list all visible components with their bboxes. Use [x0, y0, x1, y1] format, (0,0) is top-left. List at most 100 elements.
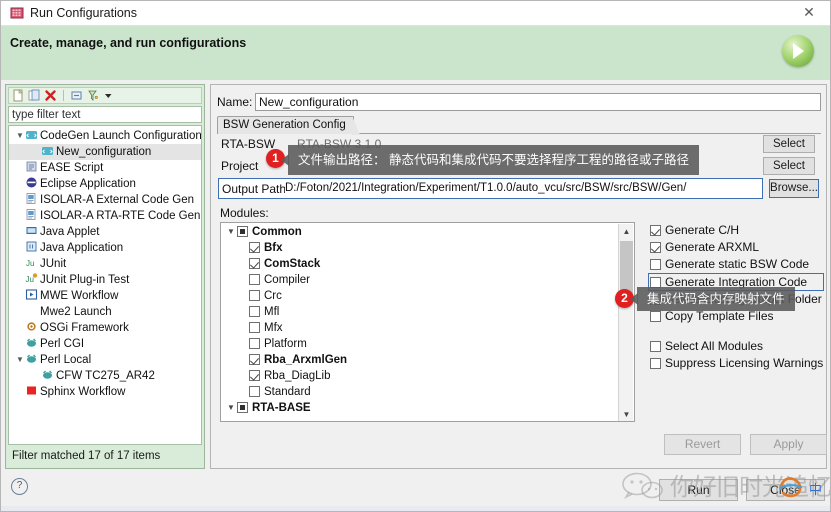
- module-row[interactable]: ComStack: [221, 256, 619, 272]
- revert-button[interactable]: Revert: [664, 434, 741, 455]
- modules-tree[interactable]: ▼ Common Bfx ComStack Compiler Crc Mfl Mfx Platf…: [220, 222, 635, 422]
- module-row[interactable]: ▼ Common: [221, 224, 619, 240]
- green-play-icon[interactable]: [782, 35, 814, 67]
- filter-input[interactable]: type filter text: [8, 106, 202, 123]
- tree-item-sphinx-workflow[interactable]: ▼ Sphinx Workflow: [9, 384, 201, 400]
- junit-plugin-icon: Ju: [25, 272, 38, 285]
- option-checkbox[interactable]: [650, 242, 661, 253]
- module-checkbox[interactable]: [249, 338, 260, 349]
- tree-item-cfw-tc275-ar42[interactable]: ▼ CFW TC275_AR42: [9, 368, 201, 384]
- browse-button[interactable]: Browse...: [769, 179, 819, 198]
- tree-item-java-applet[interactable]: ▼ Java Applet: [9, 224, 201, 240]
- tree-item-new-configuration[interactable]: ▼ New_configuration: [9, 144, 201, 160]
- tree-item-isolar-a-external-code-gen[interactable]: ▼ ISOLAR-A External Code Gen: [9, 192, 201, 208]
- configuration-editor: Name: New_configuration BSW Generation C…: [210, 84, 827, 469]
- module-label: Mfl: [264, 306, 280, 318]
- module-checkbox[interactable]: [237, 402, 248, 413]
- rta-bsw-select-button[interactable]: Select: [763, 135, 815, 153]
- module-checkbox[interactable]: [249, 274, 260, 285]
- scrollbar-thumb[interactable]: [620, 241, 633, 296]
- option-checkbox[interactable]: [650, 225, 661, 236]
- module-row[interactable]: Compiler: [221, 272, 619, 288]
- module-row[interactable]: Rba_ArxmlGen: [221, 352, 619, 368]
- module-checkbox[interactable]: [237, 226, 248, 237]
- tree-item-mwe2-launch[interactable]: ▼ Mwe2 Launch: [9, 304, 201, 320]
- isolar-icon: [25, 192, 38, 205]
- module-row[interactable]: Mfx: [221, 320, 619, 336]
- tree-item-junit-plug-in-test[interactable]: ▼Ju JUnit Plug-in Test: [9, 272, 201, 288]
- module-row[interactable]: Standard: [221, 384, 619, 400]
- module-checkbox[interactable]: [249, 370, 260, 381]
- option-row[interactable]: Generate C/H: [649, 222, 824, 239]
- annotation-tooltip-1: 文件输出路径： 静态代码和集成代码不要选择程序工程的路径或子路径: [288, 145, 699, 175]
- module-row[interactable]: ▼ RTA-BASE: [221, 400, 619, 416]
- tree-indent: ▼: [15, 288, 25, 304]
- tree-item-mwe-workflow[interactable]: ▼ MWE Workflow: [9, 288, 201, 304]
- module-checkbox[interactable]: [249, 354, 260, 365]
- module-checkbox[interactable]: [249, 290, 260, 301]
- chevron-down-icon[interactable]: ▼: [15, 352, 25, 368]
- tree-indent: ▼: [15, 384, 25, 400]
- apply-button[interactable]: Apply: [750, 434, 827, 455]
- module-checkbox[interactable]: [249, 258, 260, 269]
- run-button[interactable]: Run: [659, 479, 738, 501]
- module-checkbox[interactable]: [249, 242, 260, 253]
- module-row[interactable]: Mfl: [221, 304, 619, 320]
- sphinx-icon: [25, 384, 38, 397]
- chevron-down-icon[interactable]: ▼: [15, 128, 25, 144]
- collapse-all-icon[interactable]: [70, 89, 83, 102]
- tree-item-junit[interactable]: ▼Ju JUnit: [9, 256, 201, 272]
- tree-item-perl-local[interactable]: ▼ Perl Local: [9, 352, 201, 368]
- tree-item-codegen-launch-configuration[interactable]: ▼ CodeGen Launch Configuration: [9, 128, 201, 144]
- module-row[interactable]: Crc: [221, 288, 619, 304]
- tab-bsw-generation-config[interactable]: BSW Generation Config: [217, 116, 360, 135]
- tree-indent: ▼: [31, 144, 41, 160]
- module-row[interactable]: Platform: [221, 336, 619, 352]
- chevron-down-icon[interactable]: ▼: [225, 400, 237, 416]
- tree-item-isolar-a-rta-rte-code-gen[interactable]: ▼ ISOLAR-A RTA-RTE Code Gen: [9, 208, 201, 224]
- module-row[interactable]: Bfx: [221, 240, 619, 256]
- new-configuration-icon[interactable]: [12, 89, 25, 102]
- option-row[interactable]: Generate static BSW Code: [649, 256, 824, 273]
- project-select-button[interactable]: Select: [763, 157, 815, 175]
- option-row[interactable]: Select All Modules: [649, 338, 824, 355]
- filter-status: Filter matched 17 of 17 items: [12, 450, 161, 462]
- module-checkbox[interactable]: [249, 386, 260, 397]
- tree-item-eclipse-application[interactable]: ▼ Eclipse Application: [9, 176, 201, 192]
- module-label: RTA-BASE: [252, 402, 311, 414]
- module-label: ComStack: [264, 258, 321, 270]
- option-row[interactable]: Suppress Licensing Warnings: [649, 355, 824, 372]
- scroll-up-icon[interactable]: ▲: [619, 224, 634, 239]
- module-checkbox[interactable]: [249, 322, 260, 333]
- view-menu-chevron-icon[interactable]: [102, 89, 115, 102]
- tree-item-ease-script[interactable]: ▼ EASE Script: [9, 160, 201, 176]
- tree-item-java-application[interactable]: ▼ Java Application: [9, 240, 201, 256]
- option-row[interactable]: Generate ARXML: [649, 239, 824, 256]
- option-checkbox[interactable]: [650, 341, 661, 352]
- chevron-down-icon[interactable]: ▼: [225, 224, 237, 240]
- duplicate-icon[interactable]: [28, 89, 41, 102]
- output-path-input[interactable]: D:/Foton/2021/Integration/Experiment/T1.…: [285, 180, 761, 197]
- modules-scrollbar[interactable]: ▲ ▼: [618, 224, 634, 421]
- project-label: Project: [221, 159, 259, 173]
- module-checkbox[interactable]: [249, 306, 260, 317]
- close-icon[interactable]: ✕: [786, 1, 830, 25]
- tree-item-label: Mwe2 Launch: [40, 306, 112, 318]
- question-mark-icon[interactable]: ?: [11, 478, 28, 495]
- delete-icon[interactable]: [44, 89, 57, 102]
- tree-item-osgi-framework[interactable]: ▼ OSGi Framework: [9, 320, 201, 336]
- option-checkbox[interactable]: [650, 358, 661, 369]
- option-checkbox[interactable]: [650, 259, 661, 270]
- name-input[interactable]: New_configuration: [255, 93, 821, 111]
- module-row[interactable]: Rba_DiagLib: [221, 368, 619, 384]
- eclipse-icon: [25, 176, 38, 189]
- scroll-down-icon[interactable]: ▼: [619, 407, 634, 421]
- option-label: Copy Template Files: [665, 309, 774, 323]
- tree-item-perl-cgi[interactable]: ▼ Perl CGI: [9, 336, 201, 352]
- close-button[interactable]: Close: [746, 479, 825, 501]
- option-checkbox[interactable]: [650, 311, 661, 322]
- none: [25, 304, 38, 317]
- configurations-tree[interactable]: ▼ CodeGen Launch Configuration ▼ New_config…: [8, 125, 202, 445]
- module-label: Rba_ArxmlGen: [264, 354, 348, 366]
- filter-icon[interactable]: [86, 89, 99, 102]
